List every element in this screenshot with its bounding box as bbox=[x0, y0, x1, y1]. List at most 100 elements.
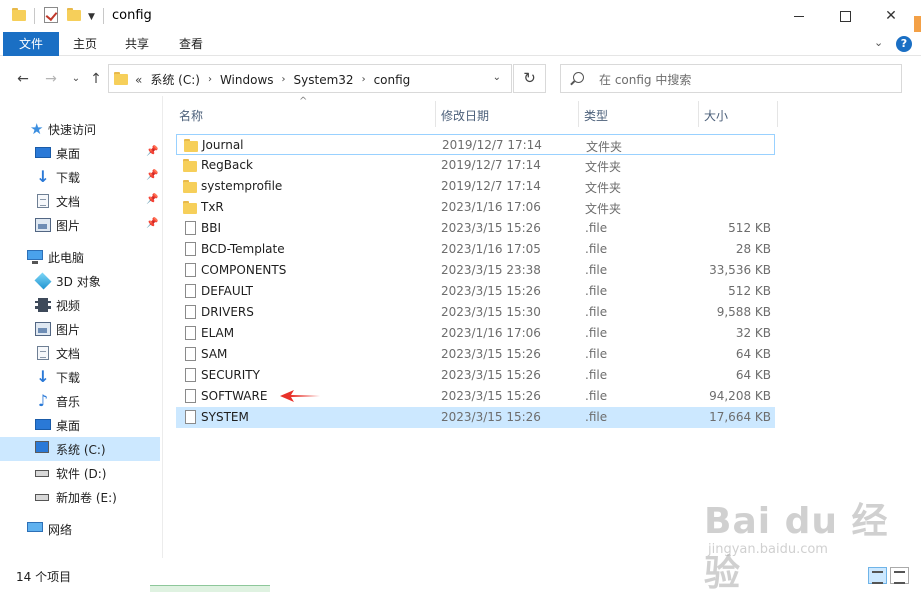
column-header-name[interactable]: 名称 bbox=[173, 101, 435, 127]
file-type: .file bbox=[585, 326, 608, 340]
file-row[interactable]: SOFTWARE 2023/3/15 15:26 .file 94,208 KB bbox=[176, 386, 775, 407]
file-row[interactable]: SECURITY 2023/3/15 15:26 .file 64 KB bbox=[176, 365, 775, 386]
chevron-down-icon[interactable]: ⌄ bbox=[493, 72, 501, 83]
sidebar-item-videos[interactable]: 视频 bbox=[0, 293, 160, 317]
file-row[interactable]: Journal 2019/12/7 17:14 文件夹 bbox=[176, 134, 775, 155]
file-row[interactable]: RegBack 2019/12/7 17:14 文件夹 bbox=[176, 155, 775, 176]
pin-icon[interactable]: 📌 bbox=[146, 146, 158, 157]
search-placeholder: 在 config 中搜索 bbox=[599, 73, 692, 87]
breadcrumb-item[interactable]: config bbox=[374, 73, 411, 87]
chevron-right-icon[interactable]: › bbox=[282, 74, 286, 85]
sidebar-item-music[interactable]: ♪ 音乐 bbox=[0, 389, 160, 413]
pane-divider[interactable] bbox=[162, 96, 163, 558]
file-row[interactable]: TxR 2023/1/16 17:06 文件夹 bbox=[176, 197, 775, 218]
column-header-type[interactable]: 类型 bbox=[578, 101, 698, 127]
file-date: 2023/3/15 15:30 bbox=[441, 305, 541, 319]
file-row[interactable]: DRIVERS 2023/3/15 15:30 .file 9,588 KB bbox=[176, 302, 775, 323]
file-size: 94,208 KB bbox=[709, 389, 771, 403]
sidebar-item-drive-c[interactable]: 系统 (C:) bbox=[0, 437, 160, 461]
sidebar-item-label: 快速访问 bbox=[48, 123, 97, 137]
file-date: 2023/3/15 15:26 bbox=[441, 347, 541, 361]
sidebar-item-3d-objects[interactable]: 3D 对象 bbox=[0, 269, 160, 293]
tab-file[interactable]: 文件 bbox=[3, 32, 59, 56]
sidebar-item-pictures[interactable]: 图片 📌 bbox=[0, 213, 160, 237]
chevron-right-icon[interactable]: › bbox=[208, 74, 212, 85]
address-bar[interactable]: « 系统 (C:) › Windows › System32 › config … bbox=[108, 64, 512, 93]
sidebar-item-downloads[interactable]: ↓ 下载 📌 bbox=[0, 165, 160, 189]
annotation-arrow-icon bbox=[280, 390, 320, 402]
up-arrow-icon[interactable]: ↑ bbox=[86, 70, 106, 88]
file-row[interactable]: systemprofile 2019/12/7 17:14 文件夹 bbox=[176, 176, 775, 197]
file-name: DEFAULT bbox=[201, 284, 253, 298]
3d-objects-icon bbox=[34, 272, 52, 290]
sidebar-item-downloads-pc[interactable]: ↓ 下载 bbox=[0, 365, 160, 389]
pin-icon[interactable]: 📌 bbox=[146, 194, 158, 205]
file-row[interactable]: COMPONENTS 2023/3/15 23:38 .file 33,536 … bbox=[176, 260, 775, 281]
sidebar-item-label: 文档 bbox=[56, 347, 81, 361]
sidebar-item-drive-d[interactable]: 软件 (D:) bbox=[0, 461, 160, 485]
sidebar-item-label: 软件 (D:) bbox=[56, 467, 107, 481]
sidebar-item-documents-pc[interactable]: 文档 bbox=[0, 341, 160, 365]
breadcrumb-item[interactable]: 系统 (C:) bbox=[150, 71, 200, 88]
chevron-right-icon[interactable]: › bbox=[362, 74, 366, 85]
expand-ribbon-icon[interactable]: ⌄ bbox=[874, 36, 883, 49]
column-header-label: 类型 bbox=[584, 109, 609, 123]
pin-icon[interactable]: 📌 bbox=[146, 170, 158, 181]
file-name: SOFTWARE bbox=[201, 389, 268, 403]
sidebar-item-this-pc[interactable]: 此电脑 bbox=[0, 245, 160, 269]
file-size: 17,664 KB bbox=[709, 410, 771, 424]
tab-home[interactable]: 主页 bbox=[62, 32, 108, 56]
search-input[interactable]: 在 config 中搜索 bbox=[560, 64, 902, 93]
sidebar-item-label: 音乐 bbox=[56, 395, 81, 409]
refresh-button[interactable]: ↻ bbox=[513, 64, 546, 93]
folder-icon bbox=[183, 201, 197, 214]
back-arrow-icon[interactable]: ← bbox=[13, 70, 33, 88]
breadcrumb-item[interactable]: Windows bbox=[220, 73, 274, 87]
file-date: 2019/12/7 17:14 bbox=[442, 138, 542, 152]
file-size: 33,536 KB bbox=[709, 263, 771, 277]
forward-arrow-icon[interactable]: → bbox=[41, 70, 61, 88]
file-type: .file bbox=[585, 242, 608, 256]
sidebar-item-desktop[interactable]: 桌面 📌 bbox=[0, 141, 160, 165]
sidebar-item-drive-e[interactable]: 新加卷 (E:) bbox=[0, 485, 160, 509]
breadcrumb-overflow[interactable]: « bbox=[135, 73, 142, 87]
properties-icon[interactable] bbox=[44, 7, 58, 23]
column-header-date[interactable]: 修改日期 bbox=[435, 101, 578, 127]
minimize-button[interactable] bbox=[776, 0, 822, 32]
help-icon[interactable]: ? bbox=[896, 36, 912, 52]
tab-share[interactable]: 共享 bbox=[114, 32, 160, 56]
file-row[interactable]: BBI 2023/3/15 15:26 .file 512 KB bbox=[176, 218, 775, 239]
details-view-button[interactable] bbox=[868, 567, 887, 584]
file-type: .file bbox=[585, 263, 608, 277]
file-date: 2023/1/16 17:05 bbox=[441, 242, 541, 256]
quick-access-dropdown-icon[interactable]: ▼ bbox=[88, 12, 95, 22]
new-folder-icon[interactable] bbox=[67, 8, 81, 21]
file-row[interactable]: ELAM 2023/1/16 17:06 .file 32 KB bbox=[176, 323, 775, 344]
close-button[interactable]: ✕ bbox=[868, 0, 914, 32]
file-row[interactable]: BCD-Template 2023/1/16 17:05 .file 28 KB bbox=[176, 239, 775, 260]
background-window-edge bbox=[150, 585, 270, 592]
ribbon-tabs: 文件 主页 共享 查看 ⌄ bbox=[0, 32, 921, 56]
file-row[interactable]: SAM 2023/3/15 15:26 .file 64 KB bbox=[176, 344, 775, 365]
sidebar-item-documents[interactable]: 文档 📌 bbox=[0, 189, 160, 213]
pin-icon[interactable]: 📌 bbox=[146, 218, 158, 229]
column-separator[interactable] bbox=[777, 101, 778, 127]
file-size: 28 KB bbox=[735, 242, 771, 256]
sidebar-item-quick-access[interactable]: ★ 快速访问 bbox=[0, 117, 160, 141]
file-icon bbox=[185, 284, 196, 298]
sidebar-item-pictures-pc[interactable]: 图片 bbox=[0, 317, 160, 341]
file-size: 64 KB bbox=[735, 347, 771, 361]
recent-locations-dropdown-icon[interactable]: ⌄ bbox=[66, 70, 86, 88]
file-row[interactable]: SYSTEM 2023/3/15 15:26 .file 17,664 KB bbox=[176, 407, 775, 428]
column-header-size[interactable]: 大小 bbox=[698, 101, 777, 127]
tab-view[interactable]: 查看 bbox=[168, 32, 214, 56]
file-icon bbox=[185, 347, 196, 361]
sidebar-item-label: 此电脑 bbox=[48, 251, 85, 265]
picture-icon bbox=[35, 218, 51, 232]
maximize-button[interactable] bbox=[822, 0, 868, 32]
file-row[interactable]: DEFAULT 2023/3/15 15:26 .file 512 KB bbox=[176, 281, 775, 302]
breadcrumb-item[interactable]: System32 bbox=[294, 73, 354, 87]
large-icons-view-button[interactable] bbox=[890, 567, 909, 584]
sidebar-item-network[interactable]: 网络 bbox=[0, 517, 160, 541]
sidebar-item-desktop-pc[interactable]: 桌面 bbox=[0, 413, 160, 437]
